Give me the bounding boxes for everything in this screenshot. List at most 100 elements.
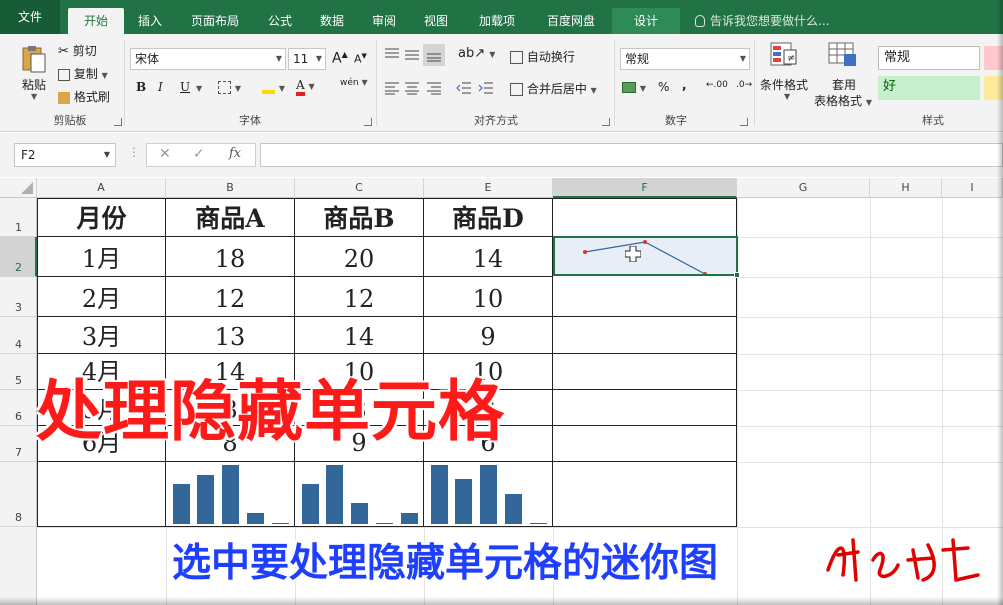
font-size-combo[interactable]: 11 ▼ (288, 48, 326, 70)
row-header-8[interactable]: 8 (0, 462, 37, 527)
table-cell[interactable] (553, 317, 737, 354)
row-header-3[interactable]: 3 (0, 277, 37, 317)
tab-data[interactable]: 数据 (310, 8, 354, 34)
cancel-icon[interactable]: ✕ (159, 146, 171, 162)
font-name-combo[interactable]: 宋体 ▼ (130, 48, 286, 70)
column-header-c[interactable]: C (295, 178, 424, 198)
font-color-button[interactable]: A ▼ (296, 78, 315, 96)
formula-input[interactable] (260, 143, 1003, 167)
table-cell[interactable]: 13 (166, 317, 295, 354)
style-normal[interactable]: 常规 (878, 46, 980, 70)
grow-font-button[interactable]: A▲ (332, 50, 348, 67)
table-cell[interactable]: 20 (295, 237, 424, 277)
column-header-e[interactable]: E (424, 178, 553, 198)
shrink-font-button[interactable]: A▼ (354, 52, 367, 66)
paste-dropdown-icon[interactable]: ▼ (31, 92, 37, 101)
number-format-combo[interactable]: 常规 ▼ (620, 48, 750, 70)
row-header-9[interactable] (0, 527, 37, 605)
table-cell[interactable] (553, 354, 737, 390)
style-good[interactable]: 好 (878, 76, 980, 100)
column-header-f[interactable]: F (553, 178, 737, 198)
table-cell[interactable]: 2月 (37, 277, 166, 317)
table-cell[interactable] (553, 462, 737, 527)
table-cell[interactable]: 3月 (37, 317, 166, 354)
bottom-align-button[interactable] (423, 44, 445, 66)
merge-center-button[interactable]: 合并后居中 ▼ (510, 80, 597, 97)
tab-home[interactable]: 开始 (68, 8, 124, 34)
name-box[interactable]: F2 ▼ (14, 143, 116, 167)
table-cell[interactable]: 10 (424, 277, 553, 317)
increase-indent-button[interactable] (478, 80, 494, 95)
percent-button[interactable]: % (658, 80, 669, 94)
column-header-g[interactable]: G (737, 178, 870, 198)
phonetic-button[interactable]: wén ▼ (340, 78, 368, 88)
decrease-decimal-button[interactable]: .0→ (736, 80, 752, 90)
align-right-button[interactable] (426, 80, 442, 95)
clipboard-launcher-icon[interactable] (114, 118, 122, 126)
underline-button[interactable]: U (180, 80, 190, 94)
format-as-table-button[interactable]: 表格格式 ▼ (814, 92, 872, 109)
tab-formulas[interactable]: 公式 (258, 8, 302, 34)
underline-dropdown-icon[interactable]: ▼ (196, 84, 202, 93)
tab-page-layout[interactable]: 页面布局 (180, 8, 250, 34)
tab-addins[interactable]: 加载项 (468, 8, 526, 34)
column-header-i[interactable]: I (942, 178, 1003, 198)
row-header-2[interactable]: 2 (0, 237, 37, 277)
cut-button[interactable]: ✂ 剪切 (58, 42, 97, 59)
paste-button[interactable] (20, 44, 48, 74)
tab-insert[interactable]: 插入 (126, 8, 174, 34)
header-cell-month[interactable]: 月份 (37, 198, 166, 237)
table-cell[interactable]: 14 (295, 317, 424, 354)
table-cell[interactable] (553, 390, 737, 426)
table-cell[interactable] (37, 462, 166, 527)
column-header-h[interactable]: H (870, 178, 942, 198)
fill-handle[interactable] (734, 272, 740, 278)
table-cell[interactable]: 9 (424, 317, 553, 354)
italic-button[interactable]: I (158, 80, 163, 94)
select-all-corner[interactable] (0, 178, 37, 198)
fill-color-button[interactable]: ▼ (262, 80, 285, 94)
table-cell[interactable]: 18 (166, 237, 295, 277)
accounting-format-button[interactable]: ▼ (622, 80, 646, 94)
top-align-button[interactable] (384, 46, 400, 61)
header-cell-product-b[interactable]: 商品B (295, 198, 424, 237)
increase-decimal-button[interactable]: ←.00 (706, 80, 728, 90)
table-cell[interactable] (553, 277, 737, 317)
orientation-button[interactable]: ab↗ ▼ (458, 46, 495, 61)
enter-icon[interactable]: ✓ (193, 146, 205, 162)
sparkline-cell-product-a[interactable] (166, 462, 295, 527)
sparkline-cell-product-d[interactable] (424, 462, 553, 527)
selected-cell-f2[interactable] (553, 236, 738, 276)
copy-button[interactable]: 复制 ▼ (58, 65, 108, 82)
alignment-launcher-icon[interactable] (602, 118, 610, 126)
header-cell-product-a[interactable]: 商品A (166, 198, 295, 237)
format-painter-button[interactable]: 格式刷 (58, 88, 110, 105)
borders-button[interactable]: ▼ (218, 80, 241, 94)
decrease-indent-button[interactable] (456, 80, 472, 95)
conditional-format-icon[interactable]: ≠ (770, 42, 798, 68)
sparkline-cell-product-b[interactable] (295, 462, 424, 527)
header-cell-product-d[interactable]: 商品D (424, 198, 553, 237)
row-header-6[interactable]: 6 (0, 390, 37, 426)
row-header-4[interactable]: 4 (0, 317, 37, 354)
align-center-button[interactable] (404, 80, 420, 95)
row-header-5[interactable]: 5 (0, 354, 37, 390)
font-launcher-icon[interactable] (364, 118, 372, 126)
wrap-text-button[interactable]: 自动换行 (510, 48, 575, 65)
bold-button[interactable]: B (136, 80, 146, 94)
comma-button[interactable]: , (682, 78, 687, 92)
row-header-7[interactable]: 7 (0, 426, 37, 462)
header-cell-f[interactable] (553, 198, 737, 237)
table-cell[interactable]: 12 (295, 277, 424, 317)
row-header-1[interactable]: 1 (0, 198, 37, 237)
table-cell[interactable]: 1月 (37, 237, 166, 277)
column-header-a[interactable]: A (37, 178, 166, 198)
number-launcher-icon[interactable] (740, 118, 748, 126)
format-as-table-icon[interactable] (828, 42, 858, 68)
align-left-button[interactable] (384, 80, 400, 95)
tab-review[interactable]: 审阅 (362, 8, 406, 34)
column-header-b[interactable]: B (166, 178, 295, 198)
tab-design[interactable]: 设计 (612, 8, 680, 34)
tab-view[interactable]: 视图 (414, 8, 458, 34)
tab-file[interactable]: 文件 (0, 0, 60, 34)
